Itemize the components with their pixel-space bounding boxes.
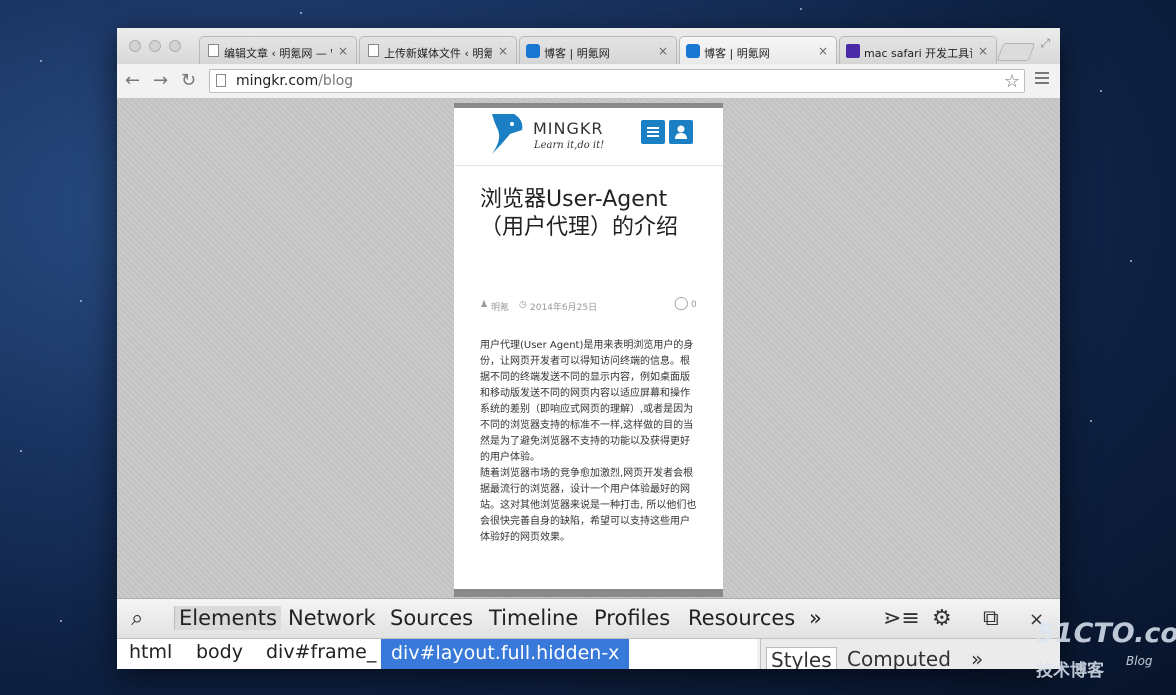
- breadcrumb-item-selected[interactable]: div#layout.full.hidden-x: [381, 639, 630, 669]
- tab-computed[interactable]: Computed: [847, 647, 951, 669]
- tab-styles[interactable]: Styles: [766, 647, 837, 669]
- breadcrumb-item[interactable]: body: [196, 641, 243, 663]
- dock-mode-icon[interactable]: ⧉: [983, 606, 999, 631]
- tab-timeline[interactable]: Timeline: [489, 606, 578, 630]
- paw-icon: [846, 44, 860, 58]
- tab-close-icon[interactable]: ×: [818, 44, 828, 58]
- tab-close-icon[interactable]: ×: [498, 44, 508, 58]
- console-drawer-icon[interactable]: ⋗≡: [883, 606, 920, 631]
- browser-window: 编辑文章 ‹ 明氪网 — W × 上传新媒体文件 ‹ 明氪网 × 博客 | 明氪…: [117, 28, 1060, 669]
- author-icon: ♟: [480, 300, 489, 310]
- tab-profiles[interactable]: Profiles: [594, 606, 670, 630]
- browser-tab-5[interactable]: mac safari 开发工具详 ×: [839, 36, 997, 64]
- watermark-blog: Blog: [1126, 654, 1153, 668]
- watermark-text: 技术博客: [1036, 661, 1104, 681]
- article-title[interactable]: 浏览器User-Agent（用户代理）的介绍: [480, 186, 700, 242]
- reload-icon[interactable]: ↻: [181, 70, 196, 91]
- page-viewport: MINGKR Learn it,do it! 浏览器User-Agent（用户代…: [117, 99, 1060, 598]
- tab-elements[interactable]: Elements: [174, 606, 281, 630]
- browser-tab-1[interactable]: 编辑文章 ‹ 明氪网 — W ×: [199, 36, 357, 64]
- tab-sources[interactable]: Sources: [390, 606, 473, 630]
- gear-icon[interactable]: ⚙: [932, 606, 952, 631]
- site-logo-icon[interactable]: [488, 112, 526, 156]
- tab-close-icon[interactable]: ×: [338, 44, 348, 58]
- inspect-search-icon[interactable]: ⌕: [131, 606, 143, 631]
- page-icon: [216, 74, 226, 87]
- browser-toolbar: ← → ↻ mingkr.com/blog ☆: [117, 64, 1060, 99]
- sidebar-tabs: Styles Computed »: [760, 639, 1060, 669]
- address-bar[interactable]: mingkr.com/blog ☆: [209, 69, 1025, 93]
- tab-title: 编辑文章 ‹ 明氪网 — W: [224, 47, 332, 60]
- browser-tab-2[interactable]: 上传新媒体文件 ‹ 明氪网 ×: [359, 36, 517, 64]
- user-icon: [675, 125, 687, 139]
- site-logo-icon: [526, 44, 540, 58]
- tab-title: 博客 | 明氪网: [544, 47, 610, 60]
- site-logo-icon: [686, 44, 700, 58]
- tab-title: 上传新媒体文件 ‹ 明氪网: [384, 47, 492, 60]
- user-account-button[interactable]: [669, 120, 693, 144]
- more-side-tabs-chevron-icon[interactable]: »: [971, 647, 983, 669]
- bookmark-star-icon[interactable]: ☆: [1004, 71, 1020, 92]
- fullscreen-icon[interactable]: ⤢: [1040, 36, 1050, 51]
- clock-icon: ◷: [519, 300, 527, 310]
- new-tab-button[interactable]: [996, 43, 1036, 61]
- tab-resources[interactable]: Resources: [688, 606, 795, 630]
- forward-arrow-icon[interactable]: →: [153, 70, 168, 91]
- article-body: 用户代理(User Agent)是用来表明浏览用户的身份，让网页开发者可以得知访…: [480, 338, 698, 546]
- site-slogan: Learn it,do it!: [534, 140, 605, 151]
- site-logo-text[interactable]: MINGKR: [533, 119, 604, 138]
- browser-tab-3[interactable]: 博客 | 明氪网 ×: [519, 36, 677, 64]
- browser-tab-4-active[interactable]: 博客 | 明氪网 ×: [679, 36, 837, 64]
- article-date: 2014年6月25日: [530, 303, 598, 313]
- window-minimize-button[interactable]: [149, 40, 161, 52]
- hamburger-menu-icon[interactable]: [1035, 72, 1049, 87]
- watermark-logo: 51CTO.com: [1036, 618, 1176, 649]
- emulated-device-frame: MINGKR Learn it,do it! 浏览器User-Agent（用户代…: [454, 103, 723, 597]
- article-author[interactable]: 明氪: [491, 300, 509, 313]
- site-header: MINGKR Learn it,do it!: [454, 108, 723, 166]
- tab-close-icon[interactable]: ×: [978, 44, 988, 58]
- tab-network[interactable]: Network: [288, 606, 376, 630]
- comment-icon[interactable]: ◯: [674, 296, 689, 311]
- tab-title: mac safari 开发工具详: [864, 47, 972, 60]
- document-icon: [368, 44, 379, 57]
- devtools-tab-bar: ⌕ Elements Network Sources Timeline Prof…: [117, 599, 1060, 639]
- more-tabs-chevron-icon[interactable]: »: [809, 606, 822, 630]
- back-arrow-icon[interactable]: ←: [125, 70, 140, 91]
- window-close-button[interactable]: [129, 40, 141, 52]
- tab-strip: 编辑文章 ‹ 明氪网 — W × 上传新媒体文件 ‹ 明氪网 × 博客 | 明氪…: [117, 28, 1060, 64]
- mobile-menu-button[interactable]: [641, 120, 665, 144]
- tab-title: 博客 | 明氪网: [704, 47, 770, 60]
- document-icon: [208, 44, 219, 57]
- address-url[interactable]: mingkr.com/blog: [236, 73, 353, 89]
- breadcrumb-item[interactable]: div#frame_: [266, 641, 376, 663]
- comment-count[interactable]: 0: [691, 300, 697, 310]
- window-zoom-button[interactable]: [169, 40, 181, 52]
- devtools-panel: ⌕ Elements Network Sources Timeline Prof…: [117, 598, 1060, 669]
- article-paragraph: 用户代理(User Agent)是用来表明浏览用户的身份，让网页开发者可以得知访…: [480, 340, 694, 463]
- article-paragraph: 随着浏览器市场的竞争愈加激烈,网页开发者会根据最流行的浏览器，设计一个用户体验最…: [480, 468, 697, 543]
- tab-close-icon[interactable]: ×: [658, 44, 668, 58]
- breadcrumb: html body div#frame_ div#layout.full.hid…: [117, 639, 757, 669]
- breadcrumb-item[interactable]: html: [129, 641, 172, 663]
